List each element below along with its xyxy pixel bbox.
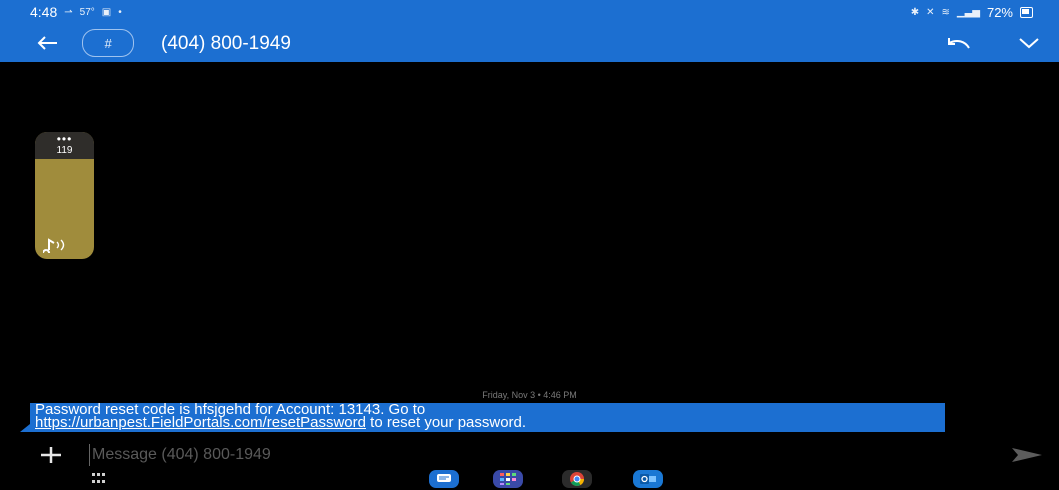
- wifi-icon: ≋: [941, 6, 950, 18]
- apps-folder-icon[interactable]: [493, 470, 523, 488]
- reset-password-link[interactable]: https://urbanpest.FieldPortals.com/reset…: [35, 414, 366, 431]
- battery-icon: [1020, 6, 1033, 18]
- attach-button[interactable]: [38, 443, 64, 467]
- back-button[interactable]: [32, 30, 62, 56]
- messages-app-icon[interactable]: [429, 470, 459, 488]
- undo-button[interactable]: [941, 32, 975, 54]
- chevron-down-icon: [1019, 38, 1039, 49]
- edge-panel-header: ••• 119: [35, 132, 94, 159]
- edge-panel-widget[interactable]: ••• 119: [35, 132, 94, 259]
- app-grid-icon[interactable]: [91, 472, 107, 486]
- message-input[interactable]: [89, 444, 972, 466]
- message-line-2: https://urbanpest.FieldPortals.com/reset…: [35, 414, 945, 431]
- contact-name[interactable]: (404) 800-1949: [161, 33, 291, 55]
- status-left: 4:48 ⇀ 57° ▣ •: [30, 4, 122, 20]
- bluetooth-icon: ✱: [910, 6, 920, 18]
- weather-temp: 57°: [79, 6, 95, 18]
- send-button[interactable]: [1010, 446, 1044, 464]
- message-line-2-text: to reset your password.: [365, 414, 527, 431]
- back-arrow-icon: [37, 36, 57, 50]
- folder-grid-icon: [500, 473, 516, 485]
- cell-signal-icon: ▁▃▅: [956, 6, 980, 18]
- undo-icon: [948, 38, 970, 49]
- expand-button[interactable]: [1012, 32, 1046, 54]
- sound-icon: [43, 238, 65, 253]
- plus-icon: [41, 447, 61, 463]
- more-dots-icon: •••: [56, 132, 73, 146]
- signal-icon: ⇀: [64, 6, 73, 18]
- app-bar: # (404) 800-1949: [0, 24, 1059, 62]
- contact-avatar[interactable]: #: [82, 29, 134, 57]
- status-bar: 4:48 ⇀ 57° ▣ • ✱ ✕ ≋ ▁▃▅ 72%: [0, 0, 1059, 24]
- outlook-app-icon[interactable]: [633, 470, 663, 488]
- outlook-icon: [640, 474, 656, 484]
- bottom-dock: [0, 468, 1059, 490]
- edge-panel-count: 119: [56, 144, 73, 156]
- chat-bubble-icon: [437, 474, 451, 482]
- notification-icon: ▣: [101, 6, 112, 18]
- status-right: ✱ ✕ ≋ ▁▃▅ 72%: [911, 5, 1033, 20]
- chrome-app-icon[interactable]: [562, 470, 592, 488]
- status-time: 4:48: [30, 4, 58, 20]
- mute-icon: ✕: [926, 6, 935, 18]
- message-timestamp: Friday, Nov 3 • 4:46 PM: [482, 390, 577, 400]
- battery-percent: 72%: [986, 4, 1013, 20]
- dot-icon: •: [118, 6, 122, 18]
- chrome-icon: [570, 472, 584, 486]
- message-bubble[interactable]: Password reset code is hfsjgehd for Acco…: [20, 402, 945, 432]
- bubble-tail: [20, 424, 30, 432]
